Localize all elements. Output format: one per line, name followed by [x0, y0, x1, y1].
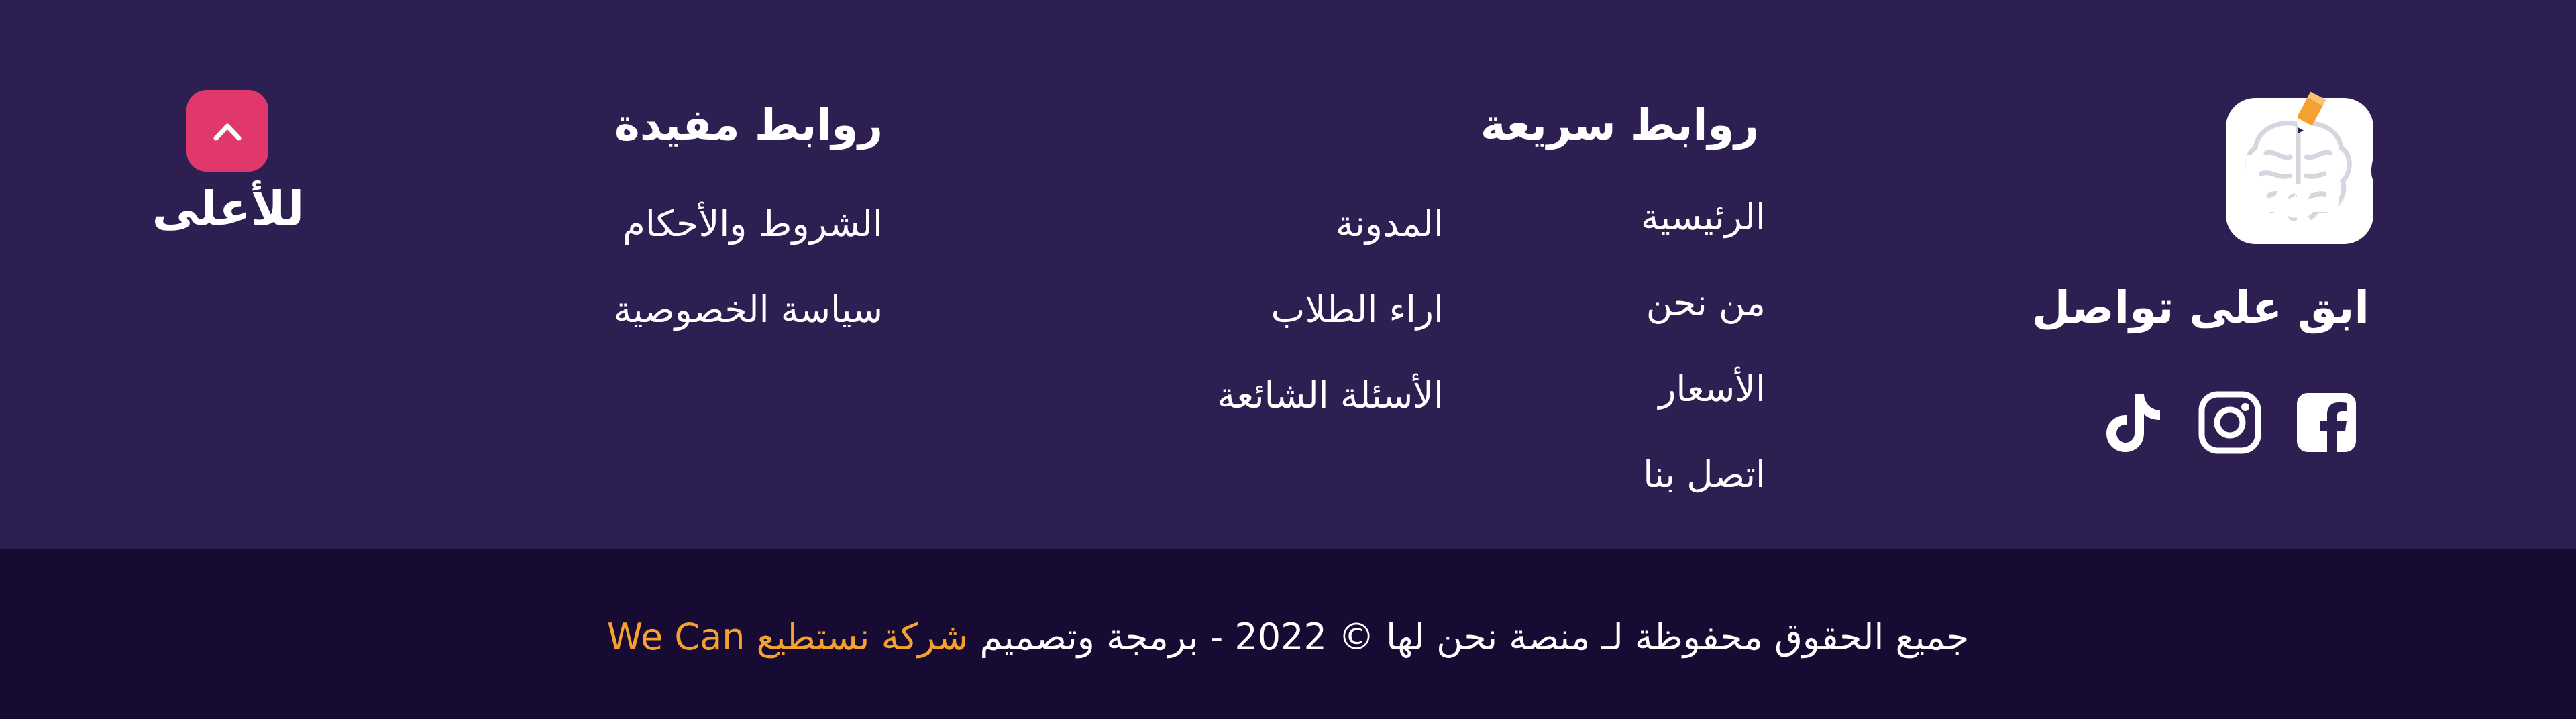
logo-wordmark: نحن لها: [2239, 103, 2373, 230]
footer-main: نحن لها ابق على تواصل روابط س: [0, 0, 2576, 549]
logo-text-bottom: لها: [2239, 143, 2345, 230]
social-links: [2100, 389, 2368, 456]
link-pricing[interactable]: الأسعار: [1658, 368, 1766, 410]
link-home[interactable]: الرئيسية: [1641, 196, 1766, 238]
quick-links-heading: روابط سريعة: [1480, 101, 1759, 150]
site-logo[interactable]: نحن لها: [2112, 87, 2373, 248]
instagram-link[interactable]: [2196, 389, 2263, 456]
link-testimonials[interactable]: اراء الطلاب: [1271, 288, 1444, 331]
company-link[interactable]: شركة نستطيع We Can: [607, 616, 969, 658]
link-contact[interactable]: اتصل بنا: [1643, 453, 1766, 496]
stay-connected-heading: ابق على تواصل: [2031, 282, 2369, 333]
copyright-text: جميع الحقوق محفوظة لـ منصة نحن لها © 202…: [979, 616, 1970, 658]
link-privacy[interactable]: سياسة الخصوصية: [614, 288, 883, 331]
facebook-icon: [2297, 393, 2356, 452]
logo-text-top: نحن: [2367, 103, 2373, 190]
back-to-top-label[interactable]: للأعلى: [134, 181, 322, 236]
tiktok-icon: [2106, 394, 2160, 452]
instagram-icon: [2198, 391, 2261, 454]
link-terms[interactable]: الشروط والأحكام: [623, 203, 883, 245]
facebook-link[interactable]: [2293, 389, 2360, 456]
link-faq[interactable]: الأسئلة الشائعة: [1218, 374, 1444, 417]
link-blog[interactable]: المدونة: [1336, 203, 1444, 245]
copyright-notice: جميع الحقوق محفوظة لـ منصة نحن لها © 202…: [0, 616, 2576, 658]
tiktok-link[interactable]: [2100, 389, 2167, 456]
useful-links-heading: روابط مفيدة: [614, 101, 883, 150]
back-to-top-button[interactable]: [186, 90, 268, 172]
link-about[interactable]: من نحن: [1646, 282, 1766, 324]
chevron-up-icon: [213, 123, 241, 141]
